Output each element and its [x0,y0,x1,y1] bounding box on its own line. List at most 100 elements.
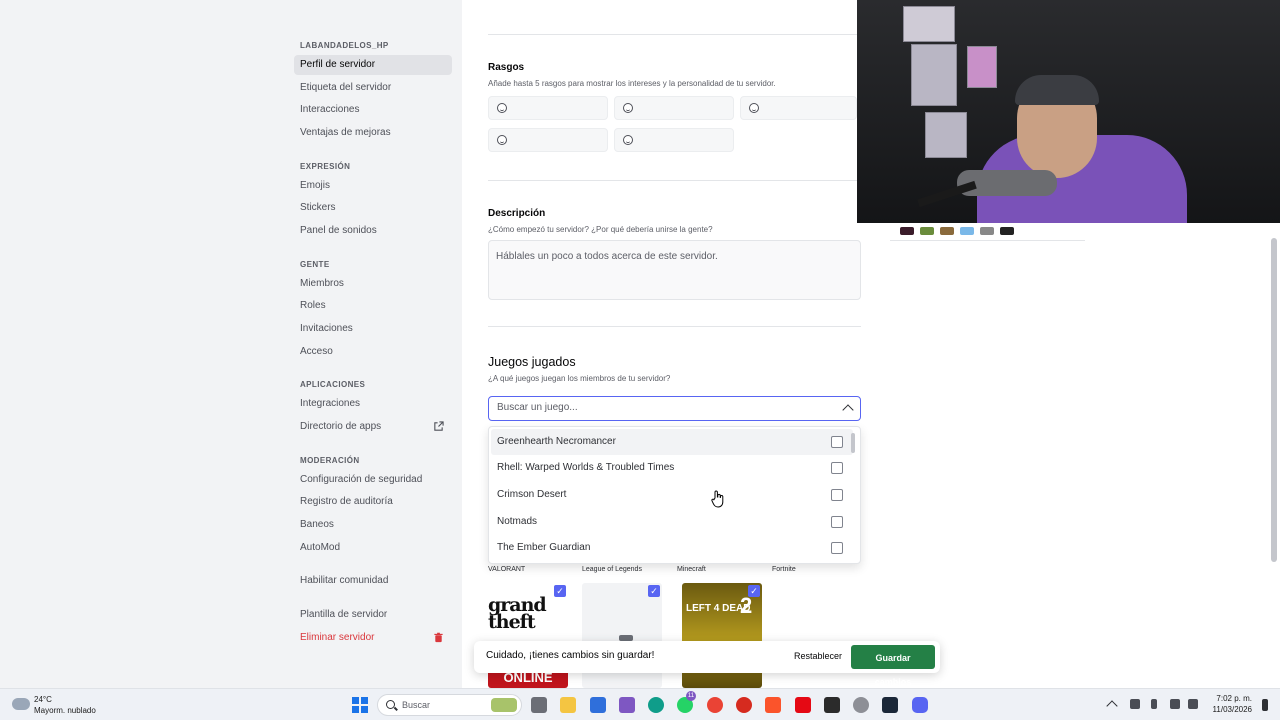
nav-roles[interactable]: Roles [294,296,452,316]
trait-slot-4[interactable] [488,128,608,152]
nav-habilitar-comunidad[interactable]: Habilitar comunidad [294,571,452,591]
cursor-hand-icon [711,490,724,508]
divider [488,326,861,327]
selected-check-icon[interactable]: ✓ [748,585,760,597]
rasgos-subtitle: Añade hasta 5 rasgos para mostrar los in… [488,79,776,88]
app-icon[interactable] [619,697,635,713]
divider [890,240,1085,241]
emoji-picker-icon [749,103,759,113]
windows-start-icon[interactable] [352,697,368,713]
emoji-picker-icon [497,135,507,145]
selected-game-label: Fortnite [772,566,796,573]
selected-check-icon[interactable]: ✓ [554,585,566,597]
epic-games-icon[interactable] [824,697,840,713]
opera-icon[interactable] [736,697,752,713]
nav-registro-de-auditoria[interactable]: Registro de auditoría [294,492,452,512]
onedrive-icon[interactable] [1130,699,1140,709]
nav-ventajas-de-mejoras[interactable]: Ventajas de mejoras [294,123,452,143]
nav-interacciones[interactable]: Interacciones [294,100,452,120]
discord-icon[interactable] [912,697,928,713]
nav-perfil-de-servidor[interactable]: Perfil de servidor [294,55,452,75]
weather-temp: 24°C [34,695,52,704]
category-moderacion: MODERACIÓN [300,456,360,465]
whatsapp-icon[interactable]: 11 [677,691,696,713]
trait-slot-3[interactable] [740,96,857,120]
game-option[interactable]: Greenhearth Necromancer [491,429,853,455]
game-search-input[interactable]: Buscar un juego... [488,396,861,421]
category-aplicaciones: APLICACIONES [300,380,366,389]
dropdown-scrollbar[interactable] [851,433,855,453]
app-icon [940,227,954,235]
trait-slot-2[interactable] [614,96,734,120]
trait-slot-1[interactable] [488,96,608,120]
page-scrollbar[interactable] [1271,238,1277,562]
task-view-icon[interactable] [531,697,547,713]
category-expresion: EXPRESIÓN [300,162,351,171]
app-icon[interactable] [853,697,869,713]
unsaved-message: Cuidado, ¡tienes cambios sin guardar! [486,650,655,661]
category-server-name: LABANDADELOS_HP [300,41,389,50]
volume-icon[interactable] [1188,699,1198,709]
selected-check-icon[interactable]: ✓ [648,585,660,597]
taskbar-clock[interactable]: 7:02 p. m. 11/03/2026 [1206,693,1252,715]
app-icon [920,227,934,235]
nav-invitaciones[interactable]: Invitaciones [294,319,452,339]
nav-acceso[interactable]: Acceso [294,342,452,362]
nav-stickers[interactable]: Stickers [294,198,452,218]
search-highlight-icon [491,698,517,712]
eliminar-label: Eliminar servidor [300,632,375,643]
nav-integraciones[interactable]: Integraciones [294,394,452,414]
nav-eliminar-servidor[interactable]: Eliminar servidor [294,628,452,648]
wall-poster [925,112,967,158]
game-option-label: Crimson Desert [497,489,567,500]
nav-etiqueta-del-servidor[interactable]: Etiqueta del servidor [294,78,452,98]
game-option-checkbox[interactable] [831,489,843,501]
nav-configuracion-de-seguridad[interactable]: Configuración de seguridad [294,470,452,490]
nav-emojis[interactable]: Emojis [294,176,452,196]
tray-chevron-up-icon[interactable] [1106,700,1118,712]
save-changes-button[interactable]: Guardar cambios [851,645,935,687]
microphone-icon[interactable] [1151,699,1157,709]
clock-date: 11/03/2026 [1212,705,1252,714]
windows-taskbar: 24°C Mayorm. nublado Buscar 11 7:02 p. m… [0,688,1280,720]
steam-icon[interactable] [882,697,898,713]
nav-baneos[interactable]: Baneos [294,515,452,535]
game-option[interactable]: Rhell: Warped Worlds & Troubled Times [491,455,853,481]
selected-game-label: Minecraft [677,566,706,573]
trait-slot-5[interactable] [614,128,734,152]
nav-directorio-de-apps[interactable]: Directorio de apps [294,417,452,437]
game-option[interactable]: Crimson Desert [491,482,853,508]
notification-bell-icon[interactable] [1262,699,1268,711]
game-option-checkbox[interactable] [831,462,843,474]
nav-automod[interactable]: AutoMod [294,538,452,558]
rasgos-title: Rasgos [488,62,525,73]
nav-panel-de-sonidos[interactable]: Panel de sonidos [294,221,452,241]
chrome-icon[interactable] [707,697,723,713]
chevron-up-icon[interactable] [842,404,854,416]
taskbar-search[interactable]: Buscar [377,694,522,716]
game-option[interactable]: Notmads [491,509,853,535]
game-option-checkbox[interactable] [831,542,843,554]
weather-widget[interactable]: 24°C Mayorm. nublado [10,694,120,716]
game-option-checkbox[interactable] [831,436,843,448]
game-option-checkbox[interactable] [831,516,843,528]
settings-sidebar: LABANDADELOS_HP Perfil de servidor Etiqu… [0,0,462,688]
webcam-overlay [857,0,1280,223]
descripcion-textarea[interactable]: Háblales un poco a todos acerca de este … [488,240,861,300]
nav-plantilla-de-servidor[interactable]: Plantilla de servidor [294,605,452,625]
reset-button[interactable]: Restablecer [794,651,842,661]
nav-miembros[interactable]: Miembros [294,274,452,294]
clock-time: 7:02 p. m. [1216,694,1252,703]
emoji-picker-icon [497,103,507,113]
network-icon[interactable] [1170,699,1180,709]
brave-icon[interactable] [765,697,781,713]
notification-badge: 11 [686,691,696,701]
netflix-icon[interactable] [795,697,811,713]
game-option[interactable]: The Ember Guardian [491,535,853,561]
game-option-label: The Ember Guardian [497,542,591,553]
store-icon[interactable] [590,697,606,713]
edge-icon[interactable] [648,697,664,713]
taskbar-search-label: Buscar [402,700,431,710]
wall-poster [967,46,997,88]
file-explorer-icon[interactable] [560,697,576,713]
